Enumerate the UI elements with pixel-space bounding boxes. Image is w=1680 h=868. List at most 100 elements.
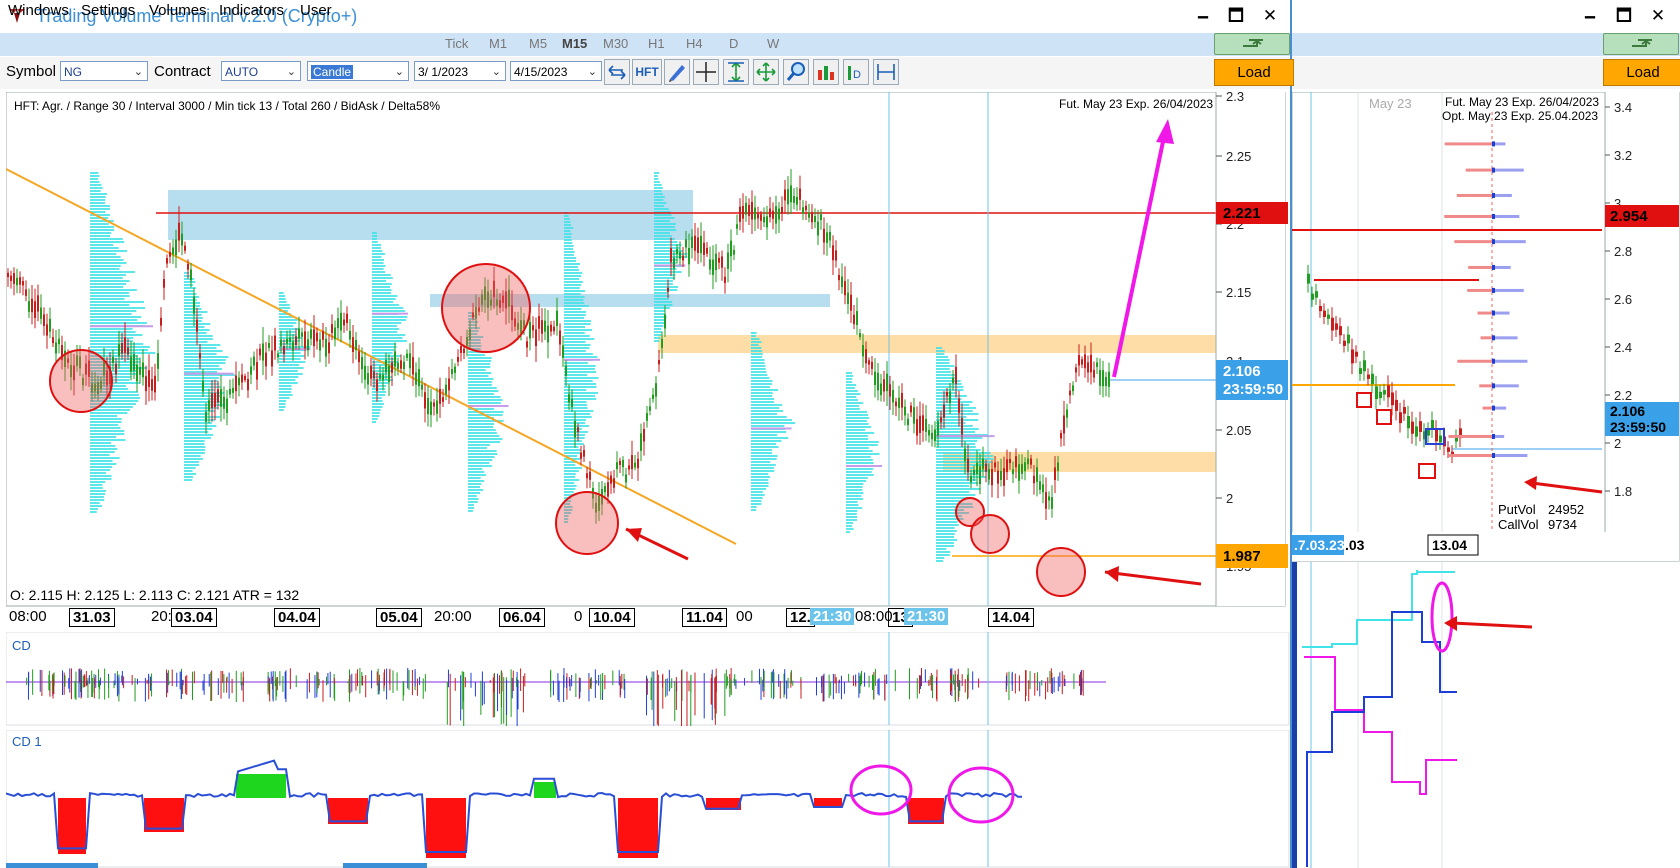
volume-profile-bar [90,511,97,513]
fit-all-button[interactable] [753,59,779,85]
volume-profile-bar [468,390,499,392]
volume-profile-bar [654,340,660,342]
tf-m5[interactable]: M5 [529,36,547,51]
time-label: 11.04 [682,608,727,627]
delta-button[interactable]: D [843,59,869,85]
date-from-input[interactable]: 3/ 1/2023 ⌄ [414,61,506,81]
volume-profile-bar [184,305,200,307]
right-maximize-button[interactable]: 🗖 [1612,4,1636,28]
volume-profile-bar [654,172,660,174]
candle-body [1363,360,1366,372]
arrows-button[interactable] [604,59,630,85]
right-close-button[interactable]: ✕ [1646,4,1670,28]
volume-profile-bar [372,301,394,303]
volume-profile-bar [564,260,576,262]
volume-profile-bar [654,262,677,264]
right-load-button[interactable]: Load [1603,59,1680,86]
volume-profile-bar [184,383,220,385]
candle-body [841,276,843,288]
menu-user[interactable]: User [300,2,332,19]
volume-profile-bar [564,305,589,307]
candle-body [580,452,582,459]
volume-profile-bar [846,399,858,401]
volume-profile-bar [372,394,386,396]
put-volume-bar [1477,311,1492,315]
tf-m15[interactable]: M15 [562,36,587,51]
candle-body [358,351,360,363]
candle-body [733,250,735,255]
time-label: 08:00 [9,608,47,625]
sync-button[interactable] [1214,33,1290,55]
volume-profile-bar [654,283,673,285]
range-button[interactable] [873,59,899,85]
right-chart[interactable]: 3.43.232.82.62.42.221.8 2.954 2.106 23:5… [1292,92,1680,562]
volume-profile-bar [654,178,659,180]
volume-profile-bar [90,271,135,273]
candle-body [223,396,225,409]
load-button[interactable]: Load [1214,59,1294,86]
pen-button[interactable] [664,59,690,85]
volume-profile-bar [654,334,662,336]
menu-indicators[interactable]: Indicators [219,2,284,19]
chart-type-select[interactable]: Candle ⌄ [307,61,409,81]
right-minimize-button[interactable]: 🗕 [1578,4,1602,28]
candle-body [22,281,24,286]
candle-body [886,373,888,392]
close-button[interactable]: ✕ [1258,4,1282,28]
volume-profile-bar [468,489,484,491]
zoom-button[interactable] [783,59,809,85]
volume-profile-bar [90,424,119,426]
tf-w[interactable]: W [767,36,779,51]
hft-button[interactable]: HFT [632,59,662,85]
fit-vertical-button[interactable] [723,59,749,85]
volume-profile-bar [279,319,298,321]
bars-button[interactable] [813,59,839,85]
date-to-input[interactable]: 4/15/2023 ⌄ [510,61,602,81]
symbol-select[interactable]: NG ⌄ [60,61,148,81]
price-tick-label: 3.2 [1614,148,1632,163]
main-chart[interactable]: 2.32.252.22.152.12.0521.95 2.221 2.106 2… [6,92,1290,608]
right-sync-button[interactable] [1603,33,1679,55]
tf-tick[interactable]: Tick [445,36,468,51]
strike-marker [1492,310,1495,316]
maximize-button[interactable]: 🗖 [1224,4,1248,28]
tf-d[interactable]: D [729,36,738,51]
volume-profile-bar [564,416,592,418]
menu-windows[interactable]: Windows [8,2,69,19]
time-axis: 08:00 31.03 20: 03.04 04.04 05.04 20:00 06.04 0 1… [6,607,1286,629]
volume-profile-bar [90,421,122,423]
candle-body [865,349,867,364]
volume-profile-bar [564,218,570,220]
menu-settings[interactable]: Settings [81,2,135,19]
cd1-panel[interactable]: CD 1 [6,730,1290,868]
volume-profile-bar [654,205,665,207]
volume-profile-bar [90,196,106,198]
volume-profile-bar [654,271,682,273]
candle-body [940,417,942,423]
tf-h1[interactable]: H1 [648,36,665,51]
candle-body [895,401,897,407]
tf-m30[interactable]: M30 [603,36,628,51]
candle-body [34,301,36,319]
candle-body [667,287,669,292]
menu-volumes[interactable]: Volumes [149,2,207,19]
volume-profile-bar [846,420,867,422]
crosshair-button[interactable] [693,59,719,85]
candle-body [610,475,612,484]
tf-m1[interactable]: M1 [489,36,507,51]
volume-profile-bar [90,328,133,330]
volume-profile-bar [372,403,384,405]
contract-select[interactable]: AUTO ⌄ [221,61,301,81]
volume-profile-bar [468,402,501,404]
volume-profile-bar [751,371,767,373]
right-volume-panel[interactable] [1292,562,1680,868]
volume-profile-bar [936,494,976,496]
candle-body [301,332,303,337]
minimize-button[interactable]: 🗕 [1191,4,1215,28]
volume-profile-bar [372,352,393,354]
volume-profile-bar [279,385,292,387]
cd-panel[interactable]: CD [6,632,1290,726]
tf-h4[interactable]: H4 [686,36,703,51]
strike-marker [1492,239,1495,245]
candle-body [31,298,33,313]
